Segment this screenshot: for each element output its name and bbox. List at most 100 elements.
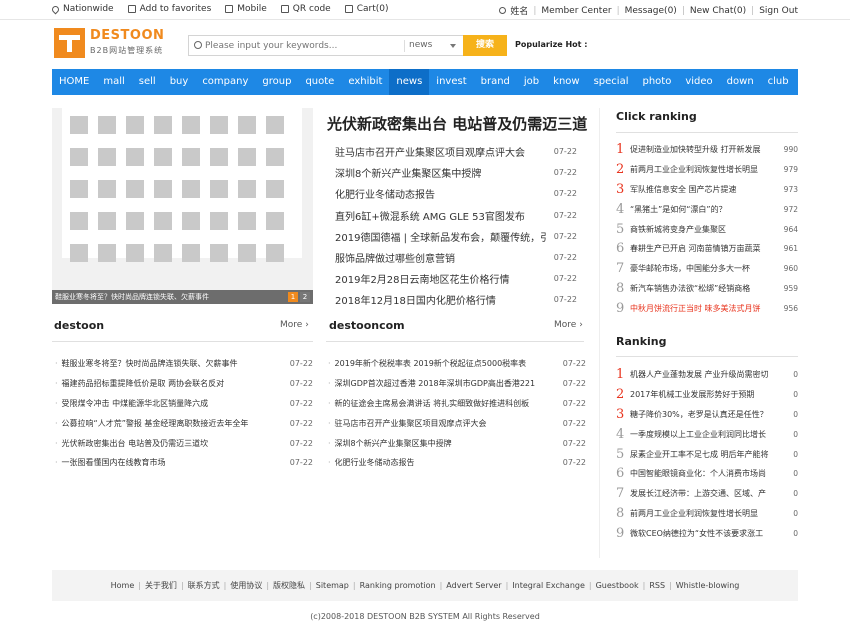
rank-title[interactable]: 前两月工业企业利润恢复性增长明显 xyxy=(630,164,778,175)
list-item[interactable]: 深圳GDP首次超过香港 2018年深圳市GDP高出香港221 07-22 xyxy=(328,374,586,394)
ranking-item[interactable]: 6 春耕生产已开启 河南苗情镇万亩蔬菜 961 xyxy=(616,239,798,259)
list-item[interactable]: 化肥行业冬储动态报告 07-22 xyxy=(335,183,577,204)
new-chat-link[interactable]: New Chat(0) xyxy=(690,6,746,16)
search-category-select[interactable]: news xyxy=(409,40,432,50)
ranking-item[interactable]: 2 2017年机械工业发展形势好于预期 0 xyxy=(616,385,798,405)
news-title[interactable]: 深圳GDP首次超过香港 2018年深圳市GDP高出香港221 xyxy=(328,378,536,389)
nav-item-down[interactable]: down xyxy=(720,69,761,95)
destooncom-more-link[interactable]: More › xyxy=(554,320,583,330)
nationwide-link[interactable]: Nationwide xyxy=(50,4,114,14)
nav-item-know[interactable]: know xyxy=(546,69,586,95)
news-title[interactable]: 驻马店市召开产业集聚区项目观摩点评大会 xyxy=(335,144,525,159)
list-item[interactable]: 服饰品牌做过哪些创意营销 07-22 xyxy=(335,247,577,268)
list-item[interactable]: 化肥行业冬储动态报告 07-22 xyxy=(328,453,586,473)
footer-link[interactable]: Ranking promotion xyxy=(360,581,436,590)
footer-link[interactable]: Sitemap xyxy=(316,581,349,590)
footer-link[interactable]: 关于我们 xyxy=(145,580,177,591)
ranking-item[interactable]: 8 新汽车销售办法欲“松绑”经销商格 959 xyxy=(616,279,798,299)
footer-link[interactable]: Whistle-blowing xyxy=(676,581,740,590)
list-item[interactable]: 驻马店市召开产业集聚区项目观摩点评大会 07-22 xyxy=(335,141,577,162)
list-item[interactable]: 深圳8个新兴产业集聚区集中授牌 07-22 xyxy=(328,433,586,453)
news-title[interactable]: 服饰品牌做过哪些创意营销 xyxy=(335,250,455,265)
news-title[interactable]: 鞋服业寒冬将至？快时尚品牌连锁失联、欠薪事件 xyxy=(55,358,238,369)
rank-title[interactable]: 商铁新城将变身产业集聚区 xyxy=(630,224,778,235)
slider-caption[interactable]: 鞋服业寒冬将至？快时尚品牌连锁失联、欠薪事件 xyxy=(55,293,209,301)
rank-title[interactable]: 春耕生产已开启 河南苗情镇万亩蔬菜 xyxy=(630,243,778,254)
news-title[interactable]: 一张图看懂国内在线教育市场 xyxy=(55,457,166,468)
ranking-item[interactable]: 5 尿素企业开工率不足七成 明后年产能将 0 xyxy=(616,444,798,464)
rank-title[interactable]: 促进制造业加快转型升级 打开新发展 xyxy=(630,144,778,155)
news-title[interactable]: 化肥行业冬储动态报告 xyxy=(335,186,435,201)
ranking-item[interactable]: 6 中国智能眼镜商业化：个人消费市场尚 0 xyxy=(616,464,798,484)
rank-title[interactable]: 中秋月饼流行正当时 味多美法式月饼 xyxy=(630,303,778,314)
news-title[interactable]: 受限煤令冲击 中煤能源华北区销量降六成 xyxy=(55,398,209,409)
list-item[interactable]: 2019年2月28日云南地区花生价格行情 07-22 xyxy=(335,268,577,289)
list-item[interactable]: 深圳8个新兴产业集聚区集中授牌 07-22 xyxy=(335,162,577,183)
list-item[interactable]: 新的征途会主席易会满讲话 将扎实细致做好推进科创板 07-22 xyxy=(328,394,586,414)
rank-title[interactable]: 机器人产业蓬勃发展 产业升级尚需密切 xyxy=(630,369,778,380)
news-title[interactable]: 2019年2月28日云南地区花生价格行情 xyxy=(335,271,510,286)
nav-item-group[interactable]: group xyxy=(255,69,298,95)
ranking-item[interactable]: 9 微软CEO纳德拉为“女性不该要求涨工 0 xyxy=(616,523,798,543)
list-item[interactable]: 鞋服业寒冬将至？快时尚品牌连锁失联、欠薪事件 07-22 xyxy=(55,354,313,374)
list-item[interactable]: 受限煤令冲击 中煤能源华北区销量降六成 07-22 xyxy=(55,394,313,414)
footer-link[interactable]: 联系方式 xyxy=(188,580,220,591)
nav-item-special[interactable]: special xyxy=(587,69,636,95)
nav-item-buy[interactable]: buy xyxy=(163,69,196,95)
news-title[interactable]: 直列6缸+微混系统 AMG GLE 53官图发布 xyxy=(335,208,525,223)
nav-item-photo[interactable]: photo xyxy=(636,69,679,95)
rank-title[interactable]: 前两月工业企业利润恢复性增长明显 xyxy=(630,508,778,519)
rank-title[interactable]: 糖子降价30%，老罗是认真还是任性？ xyxy=(630,409,778,420)
news-title[interactable]: 深圳8个新兴产业集聚区集中授牌 xyxy=(335,165,481,180)
ranking-item[interactable]: 7 发展长江经济带：上游交通、区域、产 0 xyxy=(616,484,798,504)
nav-item-video[interactable]: video xyxy=(678,69,719,95)
ranking-item[interactable]: 4 一季度规模以上工业企业利润同比增长 0 xyxy=(616,424,798,444)
footer-link[interactable]: Home xyxy=(111,581,135,590)
footer-link[interactable]: Advert Server xyxy=(446,581,501,590)
nav-item-mall[interactable]: mall xyxy=(96,69,131,95)
news-title[interactable]: 2019德国德福 | 全球新品发布会，颠覆传统，引 xyxy=(335,229,547,244)
news-title[interactable]: 光伏新政密集出台 电站普及仍需迈三道坎 xyxy=(55,438,209,449)
qr-code-link[interactable]: QR code xyxy=(280,4,331,14)
ranking-item[interactable]: 3 糖子降价30%，老罗是认真还是任性？ 0 xyxy=(616,405,798,425)
rank-title[interactable]: 一季度规模以上工业企业利润同比增长 xyxy=(630,429,778,440)
search-button[interactable]: 搜索 xyxy=(463,35,507,56)
destoon-more-link[interactable]: More › xyxy=(280,320,309,330)
member-center-link[interactable]: Member Center xyxy=(541,6,611,16)
rank-title[interactable]: “黑猪土”是如何“漂白”的？ xyxy=(630,204,778,215)
ranking-item[interactable]: 7 豪华邮轮市场，中国能分多大一杯 960 xyxy=(616,259,798,279)
list-item[interactable]: 直列6缸+微混系统 AMG GLE 53官图发布 07-22 xyxy=(335,205,577,226)
footer-link[interactable]: Guestbook xyxy=(596,581,639,590)
nav-item-exhibit[interactable]: exhibit xyxy=(341,69,389,95)
footer-link[interactable]: 使用协议 xyxy=(230,580,262,591)
footer-link[interactable]: Integral Exchange xyxy=(512,581,585,590)
ranking-item[interactable]: 3 军队推信息安全 国产芯片提速 973 xyxy=(616,180,798,200)
list-item[interactable]: 光伏新政密集出台 电站普及仍需迈三道坎 07-22 xyxy=(55,433,313,453)
news-title[interactable]: 新的征途会主席易会满讲话 将扎实细致做好推进科创板 xyxy=(328,398,530,409)
rank-title[interactable]: 2017年机械工业发展形势好于预期 xyxy=(630,389,778,400)
ranking-item[interactable]: 9 中秋月饼流行正当时 味多美法式月饼 956 xyxy=(616,298,798,318)
rank-title[interactable]: 豪华邮轮市场，中国能分多大一杯 xyxy=(630,263,778,274)
footer-link[interactable]: 版权隐私 xyxy=(273,580,305,591)
news-title[interactable]: 化肥行业冬储动态报告 xyxy=(328,457,415,468)
ranking-item[interactable]: 2 前两月工业企业利润恢复性增长明显 979 xyxy=(616,160,798,180)
news-title[interactable]: 2019年新个税税率表 2019新个税起征点5000税率表 xyxy=(328,358,527,369)
news-title[interactable]: 驻马店市召开产业集聚区项目观摩点评大会 xyxy=(328,418,487,429)
search-input[interactable] xyxy=(205,38,401,53)
nav-item-company[interactable]: company xyxy=(195,69,255,95)
slider-page-2[interactable]: 2 xyxy=(300,292,310,302)
nav-item-invest[interactable]: invest xyxy=(429,69,473,95)
news-title[interactable]: 福建药品招标重提降低价是取 两协会联名反对 xyxy=(55,378,225,389)
nav-item-news[interactable]: news xyxy=(389,69,430,95)
list-item[interactable]: 驻马店市召开产业集聚区项目观摩点评大会 07-22 xyxy=(328,413,586,433)
list-item[interactable]: 2019德国德福 | 全球新品发布会，颠覆传统，引 07-22 xyxy=(335,226,577,247)
news-title[interactable]: 2018年12月18日国内化肥价格行情 xyxy=(335,292,496,307)
message-link[interactable]: Message(0) xyxy=(625,6,677,16)
list-item[interactable]: 公募拉响“人才荒”警报 基金经理离职数接近去年全年 07-22 xyxy=(55,413,313,433)
ranking-item[interactable]: 4 “黑猪土”是如何“漂白”的？ 972 xyxy=(616,199,798,219)
rank-title[interactable]: 军队推信息安全 国产芯片提速 xyxy=(630,184,778,195)
headline-link[interactable]: 光伏新政密集出台 电站普及仍需迈三道 xyxy=(327,113,587,134)
rank-title[interactable]: 发展长江经济带：上游交通、区域、产 xyxy=(630,488,778,499)
ranking-item[interactable]: 5 商铁新城将变身产业集聚区 964 xyxy=(616,219,798,239)
site-logo[interactable]: DESTOON B2B网站管理系统 xyxy=(54,28,184,58)
